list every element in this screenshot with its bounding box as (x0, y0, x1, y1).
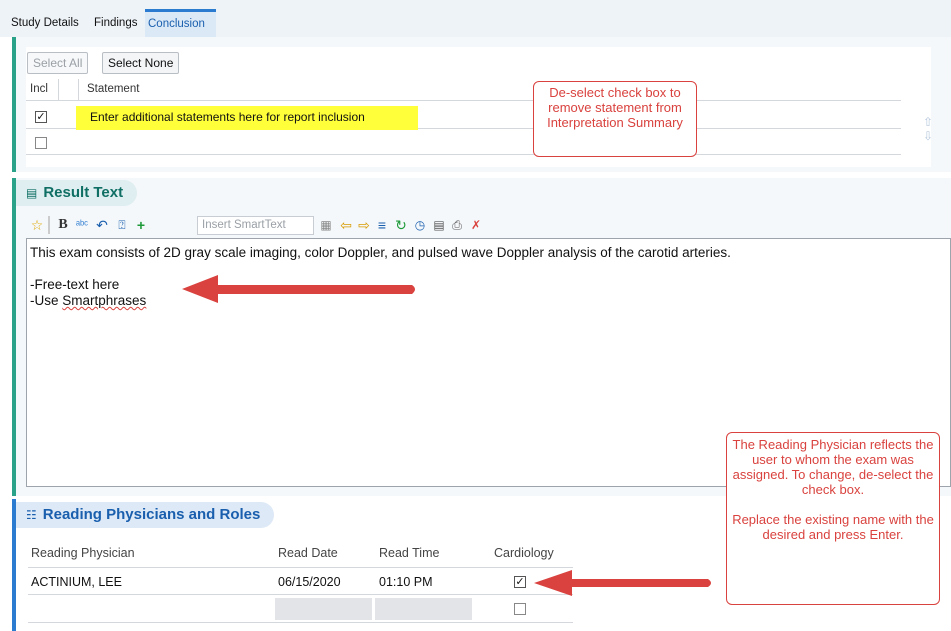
statements-header: Incl Statement (26, 79, 901, 101)
smarttext-input[interactable]: Insert SmartText (197, 216, 314, 235)
column-divider (58, 79, 59, 101)
add-icon[interactable]: + (134, 216, 148, 234)
row-divider (28, 567, 573, 568)
select-all-button[interactable]: Select All (27, 52, 89, 74)
read-date-column-header: Read Date (278, 546, 338, 560)
smartphrases-word: Smartphrases (62, 293, 147, 308)
tab-findings[interactable]: Findings (91, 12, 140, 34)
read-time-input[interactable] (375, 598, 472, 620)
column-divider (78, 79, 79, 101)
physician-callout: The Reading Physician reflects the user … (726, 432, 940, 605)
next-field-icon[interactable]: ⇨ (356, 216, 372, 234)
row-divider (28, 594, 573, 595)
bold-icon[interactable]: B (56, 216, 70, 234)
result-line: This exam consists of 2D gray scale imag… (30, 245, 731, 260)
statement-row (26, 131, 901, 155)
star-icon[interactable]: ☆ (28, 216, 46, 234)
tab-study-details[interactable]: Study Details (8, 12, 82, 34)
print-icon[interactable]: ⎙ (449, 216, 465, 234)
move-arrows[interactable]: ⇧ ⇩ (922, 115, 934, 147)
include-checkbox[interactable]: ✓ (35, 111, 47, 123)
incl-column-header: Incl (30, 83, 48, 95)
statement-row: ✓ Enter additional statements here for r… (26, 105, 901, 130)
result-line: -Free-text here (30, 277, 120, 292)
previous-field-icon[interactable]: ⇦ (338, 216, 354, 234)
statements-panel: Select All Select None Incl Statement ✓ … (12, 37, 951, 172)
move-up-icon[interactable]: ⇧ (922, 115, 934, 129)
read-time-column-header: Read Time (379, 546, 440, 560)
smarttext-list-icon[interactable]: ▦ (318, 216, 334, 234)
statement-text[interactable]: Enter additional statements here for rep… (76, 106, 418, 130)
read-date[interactable]: 06/15/2020 (278, 575, 341, 589)
reading-physicians-header: ☷ Reading Physicians and Roles (16, 502, 275, 528)
cardiology-checkbox[interactable]: ✓ (514, 576, 526, 588)
statement-column-header: Statement (87, 83, 140, 95)
clock-icon[interactable]: ◷ (412, 216, 428, 234)
physician-column-header: Reading Physician (31, 546, 135, 560)
result-line: -Use Smartphrases (30, 293, 147, 308)
statement-callout: De-select check box to remove statement … (533, 81, 697, 157)
template-icon[interactable]: ▤ (431, 216, 447, 234)
reading-physicians-title: Reading Physicians and Roles (42, 506, 261, 523)
row-divider (28, 622, 573, 623)
read-time[interactable]: 01:10 PM (379, 575, 433, 589)
include-checkbox[interactable] (35, 137, 47, 149)
tab-conclusion[interactable]: Conclusion (145, 9, 216, 37)
physician-name[interactable]: ACTINIUM, LEE (31, 575, 122, 589)
select-all-label: Select All (33, 56, 83, 70)
read-date-input[interactable] (275, 598, 372, 620)
note-icon: ▤ (26, 186, 38, 200)
result-blank-line (30, 261, 947, 277)
help-icon[interactable]: ⍰ (114, 216, 130, 234)
move-down-icon[interactable]: ⇩ (922, 129, 934, 143)
select-none-label: Select None (108, 56, 174, 70)
clear-icon[interactable]: ✗ (468, 216, 484, 234)
statements-table: Select All Select None Incl Statement ✓ … (26, 47, 934, 167)
cardiology-column-header: Cardiology (494, 546, 554, 560)
insert-list-icon[interactable]: ≡ (374, 216, 390, 234)
select-none-button[interactable]: Select None (102, 52, 180, 74)
people-icon: ☷ (26, 508, 37, 522)
undo-icon[interactable]: ↶ (94, 216, 110, 234)
result-text-title: Result Text (43, 184, 124, 201)
refresh-icon[interactable]: ↻ (393, 216, 409, 234)
tab-bar: Study Details Findings Conclusion (0, 0, 951, 37)
cardiology-checkbox[interactable] (514, 603, 526, 615)
toolbar-divider (48, 216, 50, 234)
result-text-header: ▤ Result Text (16, 180, 138, 206)
spellcheck-icon[interactable]: ᵃᵇᶜ (74, 216, 90, 234)
